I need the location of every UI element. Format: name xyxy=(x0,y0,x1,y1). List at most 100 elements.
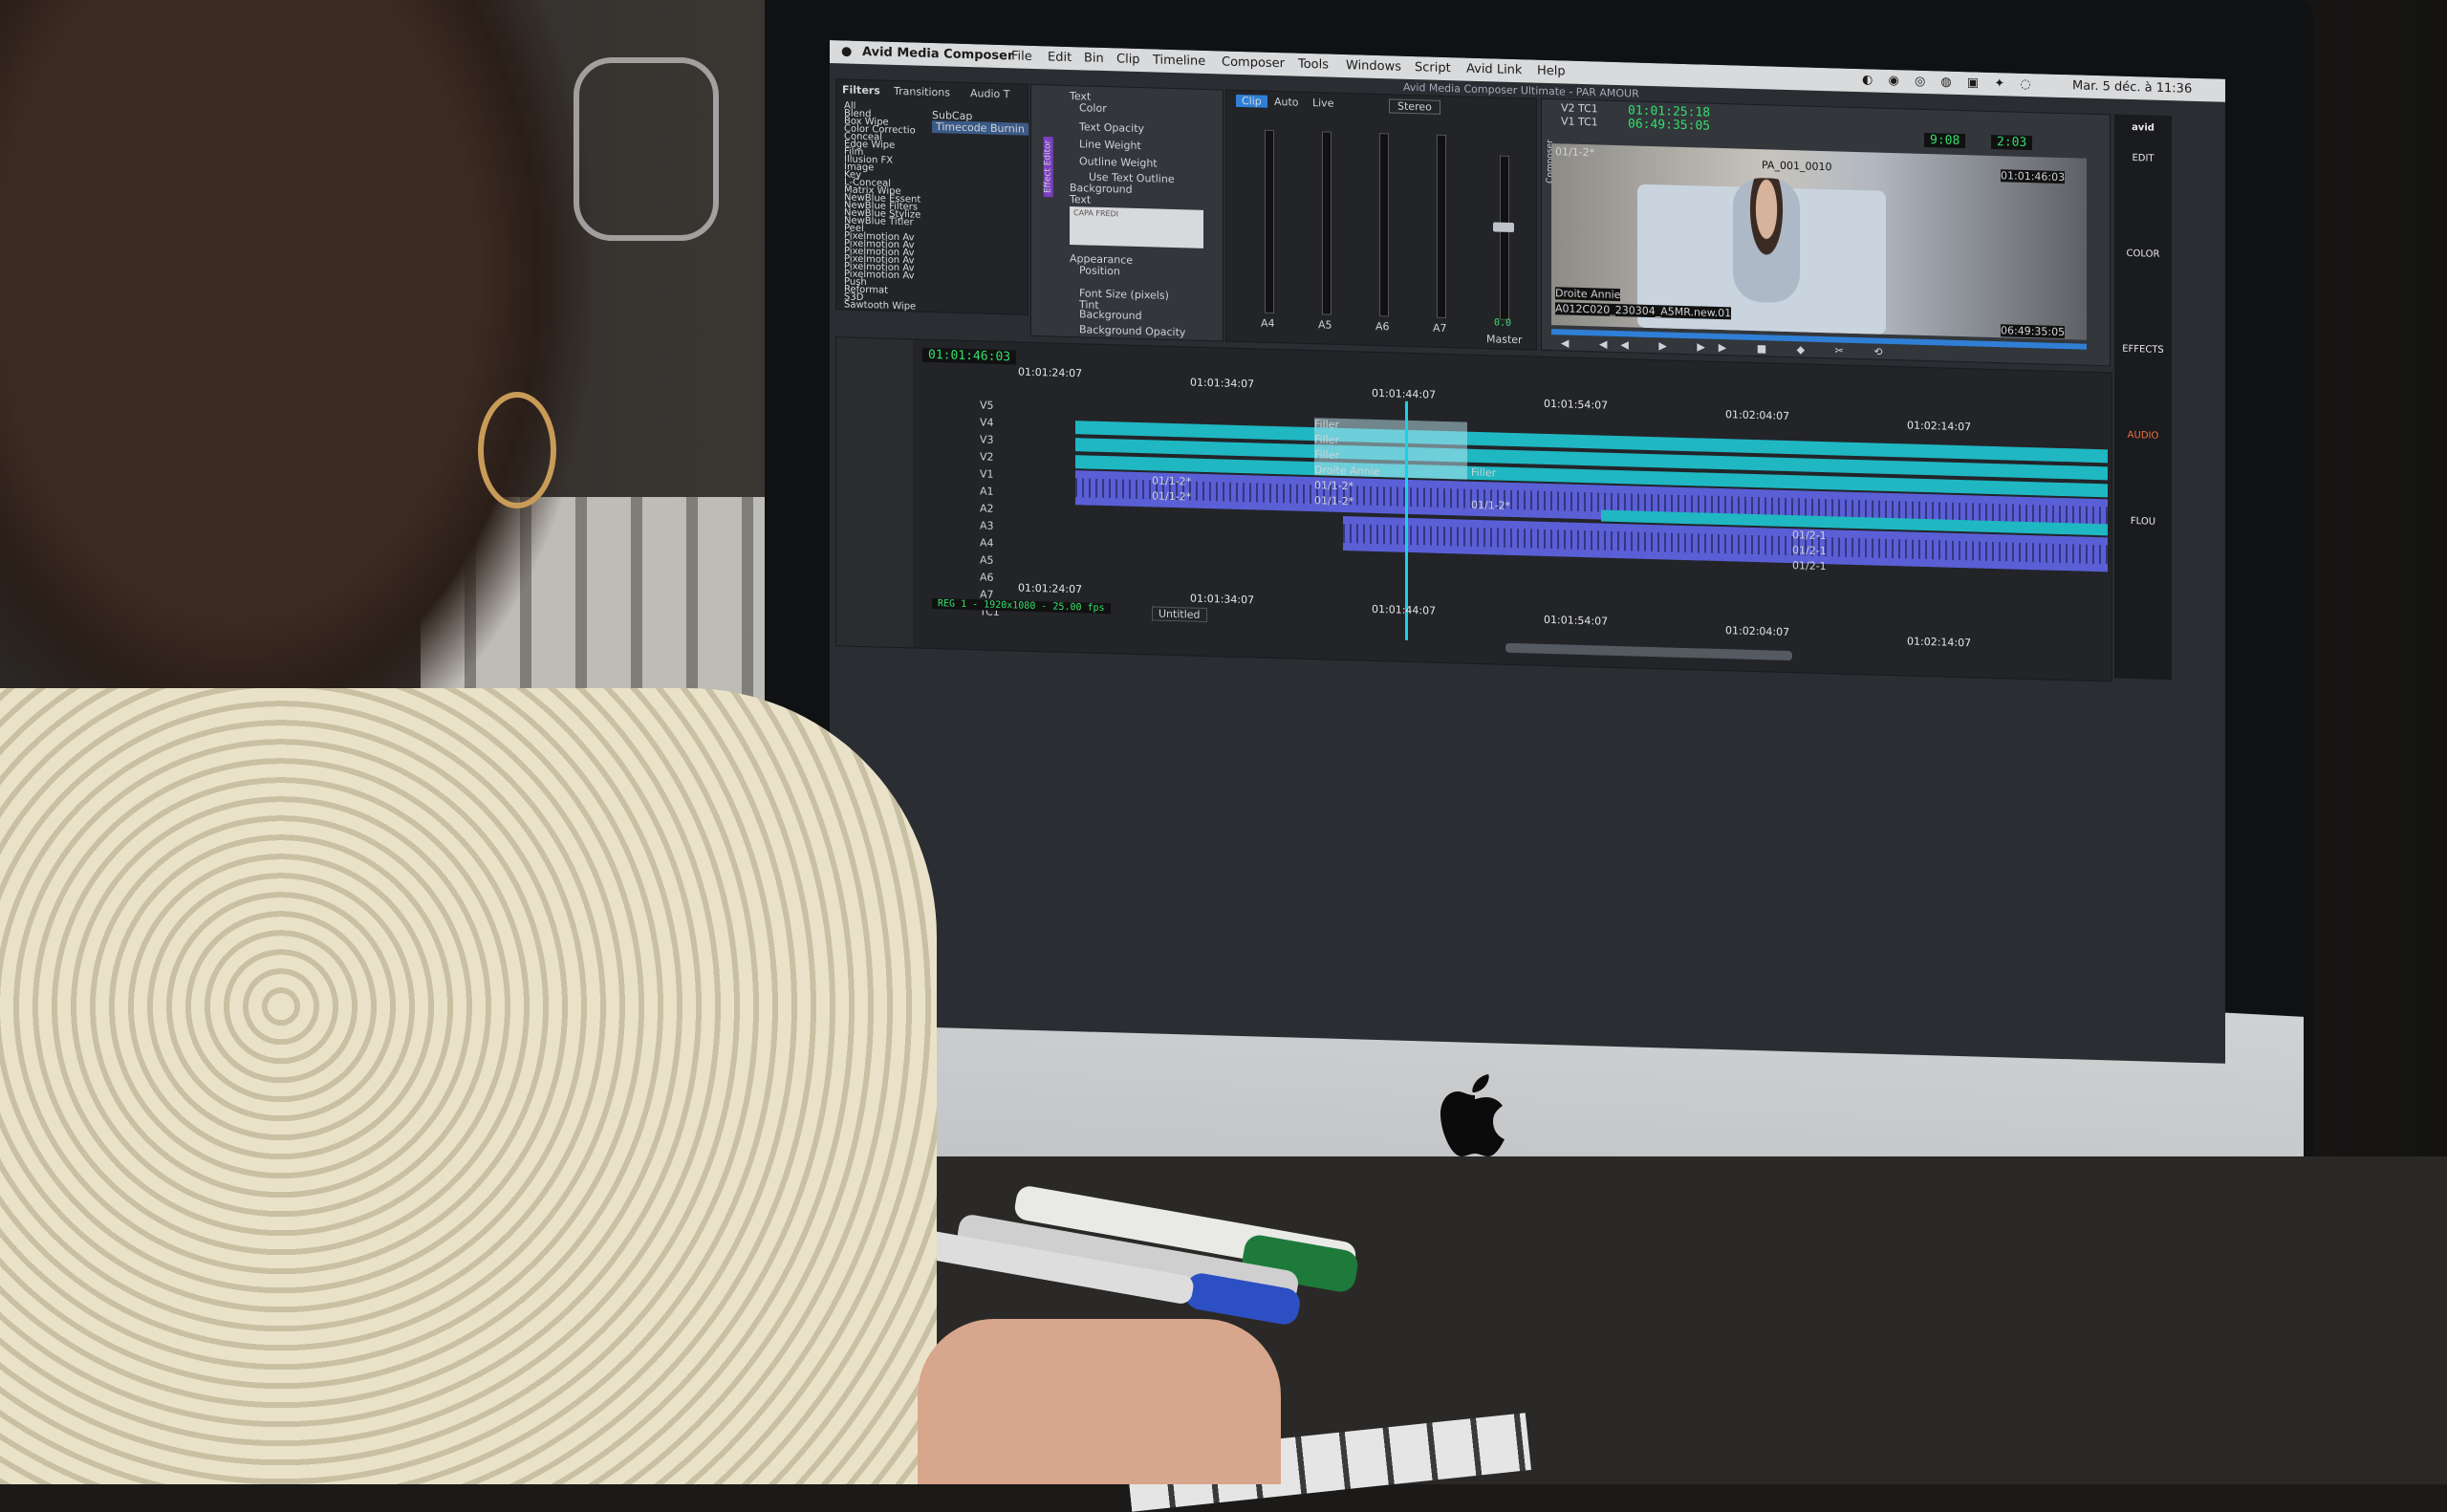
ruler-bottom-5: 01:02:04:07 xyxy=(1725,624,1790,639)
track-header[interactable]: A6 xyxy=(980,571,994,583)
overlay-track-label: 01/1-2* xyxy=(1555,145,1595,160)
track-header[interactable]: A1 xyxy=(980,485,994,497)
video-frame[interactable]: 01/1-2* PA_001_0010 01:01:46:03 Droite A… xyxy=(1551,143,2087,340)
ruler-top-1: 01:01:24:07 xyxy=(1018,365,1083,380)
clip-label: 01/2-1 xyxy=(1792,544,1827,558)
tab-filters[interactable]: Filters xyxy=(842,83,880,97)
menu-clip[interactable]: Clip xyxy=(1116,52,1140,67)
menu-tools[interactable]: Tools xyxy=(1298,57,1329,73)
track-header[interactable]: V3 xyxy=(980,433,994,445)
param-color[interactable]: Color xyxy=(1079,101,1107,115)
track-header[interactable]: A2 xyxy=(980,502,994,514)
overlay-timecode-2: 06:49:35:05 xyxy=(2001,324,2066,339)
mixer-tab-live[interactable]: Live xyxy=(1312,97,1333,110)
workspace-edit[interactable]: EDIT xyxy=(2114,153,2172,165)
track-header[interactable]: V5 xyxy=(980,399,994,411)
ruler-top-5: 01:02:04:07 xyxy=(1725,408,1790,423)
fader-a5[interactable] xyxy=(1322,131,1332,315)
menu-avid-link[interactable]: Avid Link xyxy=(1466,62,1522,78)
fader-a4[interactable] xyxy=(1265,129,1274,313)
menu-timeline[interactable]: Timeline xyxy=(1153,53,1205,69)
timeline-panel: 01:01:46:03 01:01:24:07 01:01:34:07 01:0… xyxy=(835,336,2112,682)
mixer-tab-auto[interactable]: Auto xyxy=(1274,96,1299,109)
workspace-color[interactable]: COLOR xyxy=(2114,248,2172,261)
person-earring xyxy=(478,392,556,508)
track-header[interactable]: V1 xyxy=(980,467,994,480)
clip-label: Filler xyxy=(1314,418,1339,431)
menu-script[interactable]: Script xyxy=(1415,60,1451,76)
photo-scene: ● Avid Media Composer File Edit Bin Clip… xyxy=(0,0,2447,1512)
track-header[interactable]: A4 xyxy=(980,536,994,549)
workspace-toolbar: avid EDIT COLOR EFFECTS AUDIO FLOU xyxy=(2114,114,2172,680)
clip-label: 01/1-2* xyxy=(1471,498,1511,512)
fader-master[interactable] xyxy=(1500,155,1509,320)
channel-label-a4: A4 xyxy=(1261,316,1275,331)
clip-label: 01/1-2* xyxy=(1152,489,1192,504)
overlay-source-name: Droite Annie xyxy=(1555,287,1621,302)
track-header[interactable]: A3 xyxy=(980,519,994,531)
ruler-bottom-2: 01:01:34:07 xyxy=(1190,592,1255,607)
effect-categories-list: All Blend Box Wipe Color Correctio Conce… xyxy=(836,100,920,312)
timeline-zoom[interactable]: Untitled xyxy=(1152,606,1207,623)
text-entry-value: CAPA FREDI xyxy=(1073,208,1119,219)
audio-mixer: Clip Auto Live Stereo A4 A5 A6 A7 0.0 Ma… xyxy=(1225,89,1537,351)
fader-a7[interactable] xyxy=(1437,134,1446,319)
menu-composer[interactable]: Composer xyxy=(1222,54,1285,71)
ruler-top-4: 01:01:54:07 xyxy=(1544,397,1609,412)
text-entry-field[interactable]: CAPA FREDI xyxy=(1070,206,1203,248)
fader-a6[interactable] xyxy=(1379,133,1389,317)
clip-label: 01/1-2* xyxy=(1314,479,1354,493)
param-position[interactable]: Position xyxy=(1079,264,1120,277)
param-text-opacity[interactable]: Text Opacity xyxy=(1079,120,1144,135)
track-header[interactable]: V2 xyxy=(980,450,994,463)
apple-logo-icon xyxy=(1439,1070,1511,1162)
tab-transitions[interactable]: Transitions xyxy=(894,85,950,99)
mixer-tab-clip[interactable]: Clip xyxy=(1236,94,1267,108)
apple-menu-icon[interactable]: ● xyxy=(841,44,852,58)
param-background-2[interactable]: Background xyxy=(1079,308,1142,322)
effect-editor: Effect Editor Text Color Text Opacity Li… xyxy=(1030,83,1224,342)
fader-knob-master[interactable] xyxy=(1493,222,1514,232)
workspace-effects[interactable]: EFFECTS xyxy=(2114,344,2172,356)
person-glasses xyxy=(574,57,719,241)
master-value: 0.0 xyxy=(1494,317,1512,329)
person-sweater xyxy=(0,688,937,1484)
v2-label: V2 TC1 xyxy=(1561,101,1598,116)
param-background-opacity[interactable]: Background Opacity xyxy=(1079,323,1185,338)
effects-palette: Filters Transitions Audio T All Blend Bo… xyxy=(835,78,1029,315)
param-outline-weight[interactable]: Outline Weight xyxy=(1079,155,1158,169)
tab-audio[interactable]: Audio T xyxy=(970,87,1009,100)
workspace-audio[interactable]: AUDIO xyxy=(2114,430,2172,443)
ruler-bottom-4: 01:01:54:07 xyxy=(1544,613,1609,628)
menu-bin[interactable]: Bin xyxy=(1084,51,1104,66)
param-text-2[interactable]: Text xyxy=(1070,193,1091,206)
track-header[interactable]: V4 xyxy=(980,416,994,428)
menu-help[interactable]: Help xyxy=(1537,64,1566,79)
timeline-scrollbar[interactable] xyxy=(1505,642,1792,661)
mixer-mode-select[interactable]: Stereo xyxy=(1389,98,1440,115)
ruler-bottom-3: 01:01:44:07 xyxy=(1372,602,1437,617)
track-header[interactable]: A5 xyxy=(980,553,994,566)
effect-editor-tab[interactable]: Effect Editor xyxy=(1043,136,1053,198)
clip-label: Filler xyxy=(1314,433,1339,446)
menu-windows[interactable]: Windows xyxy=(1346,58,1401,75)
param-line-weight[interactable]: Line Weight xyxy=(1079,138,1141,152)
ruler-top-2: 01:01:34:07 xyxy=(1190,376,1255,391)
counter-1: 9:08 xyxy=(1924,132,1966,149)
patient-figure xyxy=(1733,177,1800,304)
person-hand xyxy=(918,1319,1281,1484)
track-headers: V5 V4 V3 V2 V1 A1 A2 A3 A4 A5 A6 A7 TC1 xyxy=(980,399,1037,630)
master-label: Master xyxy=(1486,333,1523,347)
ruler-bottom-6: 01:02:14:07 xyxy=(1907,635,1972,650)
app-name[interactable]: Avid Media Composer xyxy=(862,45,1013,63)
workspace-flou[interactable]: FLOU xyxy=(2114,516,2172,529)
channel-label-a6: A6 xyxy=(1375,319,1390,334)
effect-item-timecode-burnin[interactable]: Timecode Burnin xyxy=(932,119,1029,136)
ruler-top-3: 01:01:44:07 xyxy=(1372,386,1437,401)
clip-label: Droite Annie xyxy=(1314,464,1380,479)
category-item[interactable]: Sawtooth Wipe xyxy=(844,299,916,312)
menu-edit[interactable]: Edit xyxy=(1048,50,1072,65)
channel-label-a7: A7 xyxy=(1433,321,1447,335)
menu-file[interactable]: File xyxy=(1011,49,1032,64)
v1-label: V1 TC1 xyxy=(1561,115,1598,129)
